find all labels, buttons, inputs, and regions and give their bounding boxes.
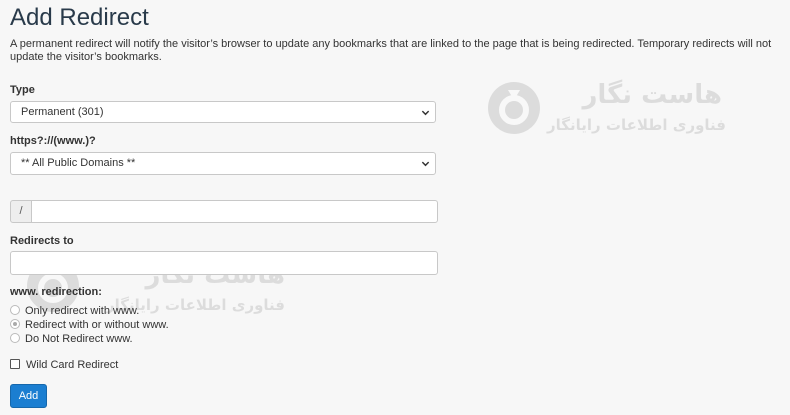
wildcard-label: Wild Card Redirect	[26, 359, 119, 371]
domain-select-value: ** All Public Domains **	[21, 157, 136, 169]
chevron-down-icon	[421, 110, 430, 116]
path-input-group: /	[10, 200, 438, 223]
www-option-only-www[interactable]: Only redirect with www.	[10, 305, 139, 319]
www-option-with-or-without[interactable]: Redirect with or without www.	[10, 319, 169, 333]
add-redirect-page: Add Redirect A permanent redirect will n…	[0, 0, 790, 415]
page-description: A permanent redirect will notify the vis…	[10, 38, 772, 63]
chevron-down-icon	[421, 161, 430, 167]
radio-button[interactable]	[10, 333, 20, 343]
path-input[interactable]	[31, 200, 438, 223]
path-prefix: /	[10, 200, 32, 223]
hostnegar-logo-icon	[488, 82, 540, 134]
type-select-value: Permanent (301)	[21, 106, 104, 118]
page-title: Add Redirect	[10, 4, 149, 31]
www-option-label: Do Not Redirect www.	[25, 333, 133, 345]
wildcard-checkbox[interactable]	[10, 359, 20, 369]
www-option-do-not-redirect[interactable]: Do Not Redirect www.	[10, 333, 133, 347]
www-option-label: Redirect with or without www.	[25, 319, 169, 331]
type-select[interactable]: Permanent (301)	[10, 101, 436, 123]
type-label: Type	[10, 84, 35, 96]
domain-select[interactable]: ** All Public Domains **	[10, 152, 436, 175]
radio-button[interactable]	[10, 319, 20, 329]
radio-button[interactable]	[10, 305, 20, 315]
watermark: هاست نگار فناوری اطلاعات رایانگار	[486, 80, 726, 140]
redirects-to-input[interactable]	[10, 251, 438, 275]
www-option-label: Only redirect with www.	[25, 305, 140, 317]
redirects-to-label: Redirects to	[10, 235, 74, 247]
watermark-brand: هاست نگار	[582, 80, 722, 110]
add-button[interactable]: Add	[10, 384, 47, 408]
wildcard-redirect-option[interactable]: Wild Card Redirect	[10, 359, 118, 371]
domain-label: https?://(www.)?	[10, 135, 96, 147]
www-redirection-label: www. redirection:	[10, 286, 102, 298]
watermark-tagline: فناوری اطلاعات رایانگار	[546, 116, 726, 134]
